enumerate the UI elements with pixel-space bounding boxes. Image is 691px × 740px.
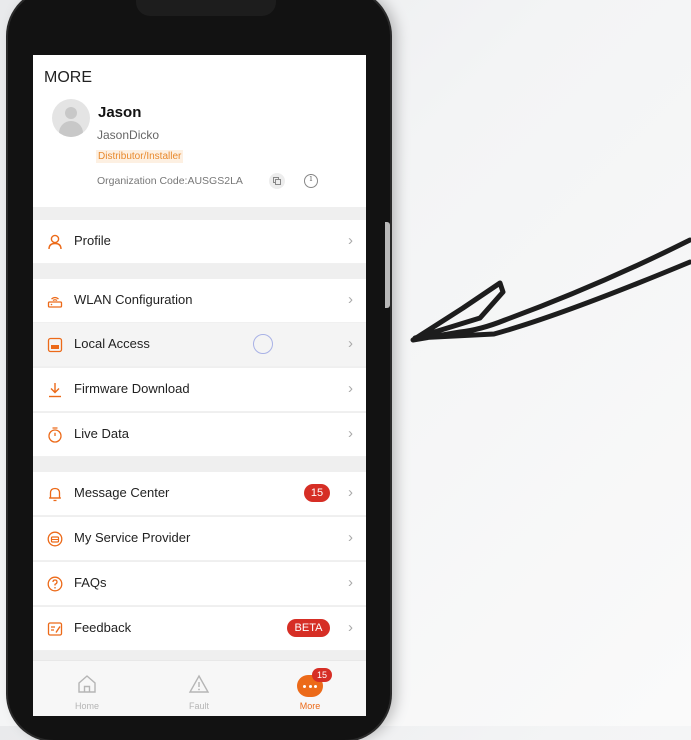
- annotation-arrow-icon: [410, 237, 691, 343]
